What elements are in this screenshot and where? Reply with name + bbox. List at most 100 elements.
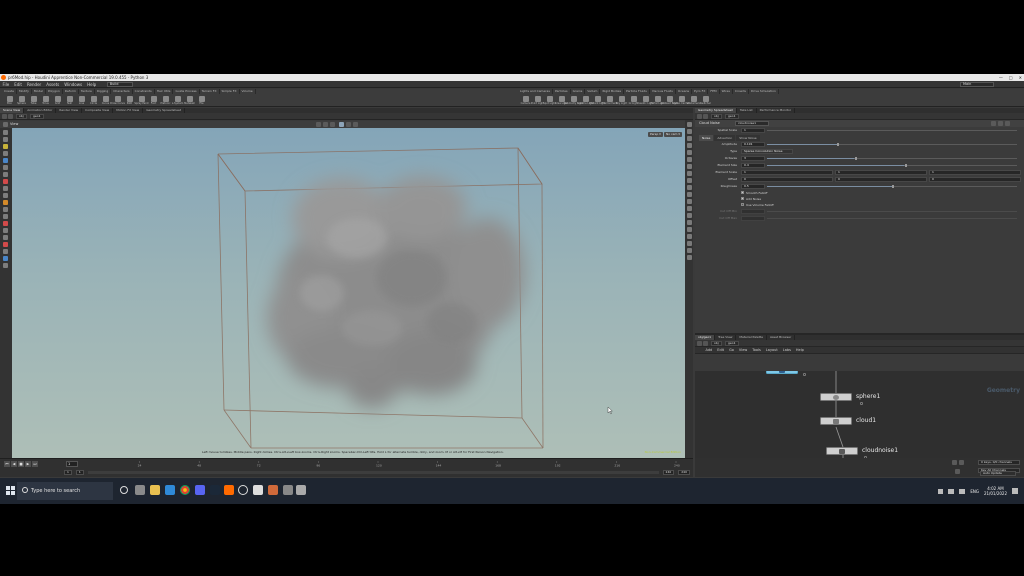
toggle-visibility-icon[interactable] [3, 221, 8, 226]
gear-icon[interactable] [991, 121, 996, 126]
file-explorer-icon[interactable] [150, 485, 160, 495]
menu-file[interactable]: File [0, 81, 12, 88]
jump-end-button[interactable]: ⏭ [32, 461, 38, 467]
shelf-tool-torus[interactable]: Torus [40, 95, 51, 106]
select-points-icon[interactable] [3, 228, 8, 233]
persp-menu[interactable]: Persp ▾ [648, 132, 663, 137]
shelf-tool-box[interactable]: Box [4, 95, 15, 106]
shelf-tool-point-light[interactable]: Point Light [531, 95, 544, 106]
shelf-tab-drive-simulation[interactable]: Drive Simulation [749, 89, 779, 94]
camera-display-icon[interactable] [686, 199, 692, 204]
language-indicator[interactable]: ENG [970, 489, 979, 494]
uv-display-icon[interactable] [686, 185, 692, 190]
light-display-icon[interactable] [686, 206, 692, 211]
smooth-falloff-checkbox[interactable] [741, 191, 744, 194]
element-size-slider-knob[interactable] [904, 164, 907, 167]
range-start-field[interactable]: 1 [64, 470, 72, 475]
shelf-tab-vellum[interactable]: Vellum [585, 89, 601, 94]
lock-icon[interactable] [860, 402, 863, 405]
blender-icon[interactable] [268, 485, 278, 495]
jump-start-button[interactable]: ⏮ [4, 461, 10, 467]
range-slider[interactable] [87, 471, 659, 474]
points-display-icon[interactable] [686, 171, 692, 176]
shelf-tab-constraints[interactable]: Constraints [133, 89, 155, 94]
shelf-tool-spray-paint[interactable]: Spray Paint [134, 95, 149, 106]
orient-tool-icon[interactable] [3, 186, 8, 191]
app-icon-1[interactable] [135, 485, 145, 495]
octaves-field[interactable]: 3 [741, 156, 765, 161]
cutoff-max-field[interactable] [741, 216, 765, 221]
notifications-icon[interactable] [1012, 488, 1018, 494]
shelf-tool-metaball[interactable]: Metaball [184, 95, 195, 106]
shelf-tab-rigid-bodies[interactable]: Rigid Bodies [600, 89, 625, 94]
wireframe-icon[interactable] [686, 129, 692, 134]
taskbar-search[interactable]: Type here to search [17, 482, 113, 500]
shelf-tool-l-system[interactable]: L-System [172, 95, 183, 106]
type-dropdown[interactable]: Sparse Convolution Noise [741, 149, 793, 154]
snapping-icon[interactable] [3, 256, 8, 261]
shelf-tab-model[interactable]: Model [32, 89, 46, 94]
offset-y[interactable]: 0 [835, 177, 927, 182]
shelf-tab-crowds[interactable]: Crowds [733, 89, 749, 94]
desktop-select[interactable]: Build [106, 81, 133, 87]
play-button[interactable]: ▶ [25, 461, 31, 467]
pose-tool-icon[interactable] [3, 165, 8, 170]
shelf-tab-modify[interactable]: Modify [17, 89, 32, 94]
element-scale-y[interactable]: 1 [835, 170, 927, 175]
net-menu-help[interactable]: Help [793, 348, 806, 352]
right-desktop-select[interactable]: Main [960, 82, 994, 87]
cutoff-min-field[interactable] [741, 209, 765, 214]
net-menu-tools[interactable]: Tools [750, 348, 764, 352]
net-menu-layout[interactable]: Layout [763, 348, 780, 352]
forward-arrow-icon[interactable] [703, 114, 708, 119]
handle-tool-icon[interactable] [3, 144, 8, 149]
snap-tool-icon[interactable] [3, 193, 8, 198]
maximize-button[interactable]: □ [1009, 74, 1013, 81]
shelf-tool-environment[interactable]: Environment [602, 95, 617, 106]
stats-display-icon[interactable] [686, 255, 692, 260]
null-display-icon[interactable] [686, 220, 692, 225]
cutoff-max-slider[interactable] [767, 218, 1017, 219]
steam-icon[interactable] [210, 485, 220, 495]
back-arrow-icon[interactable] [2, 114, 7, 119]
octaves-slider-knob[interactable] [854, 157, 857, 160]
shelf-tool-sky-light[interactable]: Sky Light [616, 95, 627, 106]
select-groups-icon[interactable] [3, 214, 8, 219]
range-end-field[interactable]: 240 [662, 470, 675, 475]
shelf-tool-caustic-light[interactable]: Caustic Light [637, 95, 654, 106]
shelf-tab-create[interactable]: Create [2, 89, 17, 94]
shelf-tool-platonic[interactable]: Platonic [160, 95, 171, 106]
move-tool-icon[interactable] [3, 137, 8, 142]
cutoff-min-slider[interactable] [767, 211, 1017, 212]
shaded-icon[interactable] [686, 136, 692, 141]
shelf-tool-spot-light[interactable]: Spot Light [543, 95, 556, 106]
select-edges-icon[interactable] [3, 235, 8, 240]
shelf-tool-tube[interactable]: Tube [28, 95, 39, 106]
add-noise-checkbox[interactable] [741, 197, 744, 200]
camera-icon[interactable] [339, 122, 344, 127]
net-menu-view[interactable]: View [736, 348, 749, 352]
current-frame-field[interactable]: 1 [66, 461, 78, 467]
element-scale-z[interactable]: 1 [929, 170, 1021, 175]
amplitude-slider-knob[interactable] [837, 143, 839, 146]
network-icon[interactable] [948, 488, 955, 494]
shelf-tab-oceans[interactable]: Oceans [676, 89, 693, 94]
node-cloudnoise1[interactable] [826, 447, 858, 455]
shelf-tab-viscous-fluids[interactable]: Viscous Fluids [650, 89, 676, 94]
lock-icon[interactable] [955, 469, 960, 474]
shelf-tool-stereo-camera[interactable]: Stereo Camera [672, 95, 691, 106]
shelf-tool-vr-camera[interactable]: VR Camera [686, 95, 701, 106]
shelf-tab-characters[interactable]: Characters [111, 89, 133, 94]
shelf-tool-font[interactable]: Font [148, 95, 159, 106]
shelf-tool-file[interactable]: File [196, 95, 207, 106]
clock-app-icon[interactable] [238, 485, 248, 495]
back-arrow-icon[interactable] [697, 341, 702, 346]
snapshot-icon[interactable] [353, 122, 358, 127]
shelf-tab-polygon[interactable]: Polygon [46, 89, 63, 94]
secure-selection-icon[interactable] [3, 207, 8, 212]
path-geo[interactable]: geo1 [725, 114, 739, 119]
shelf-tab-particle-fluids[interactable]: Particle Fluids [624, 89, 650, 94]
range-end-field-2[interactable]: 240 [678, 470, 690, 475]
shelf-tab-texture[interactable]: Texture [79, 89, 95, 94]
element-scale-x[interactable]: 1 [741, 170, 833, 175]
